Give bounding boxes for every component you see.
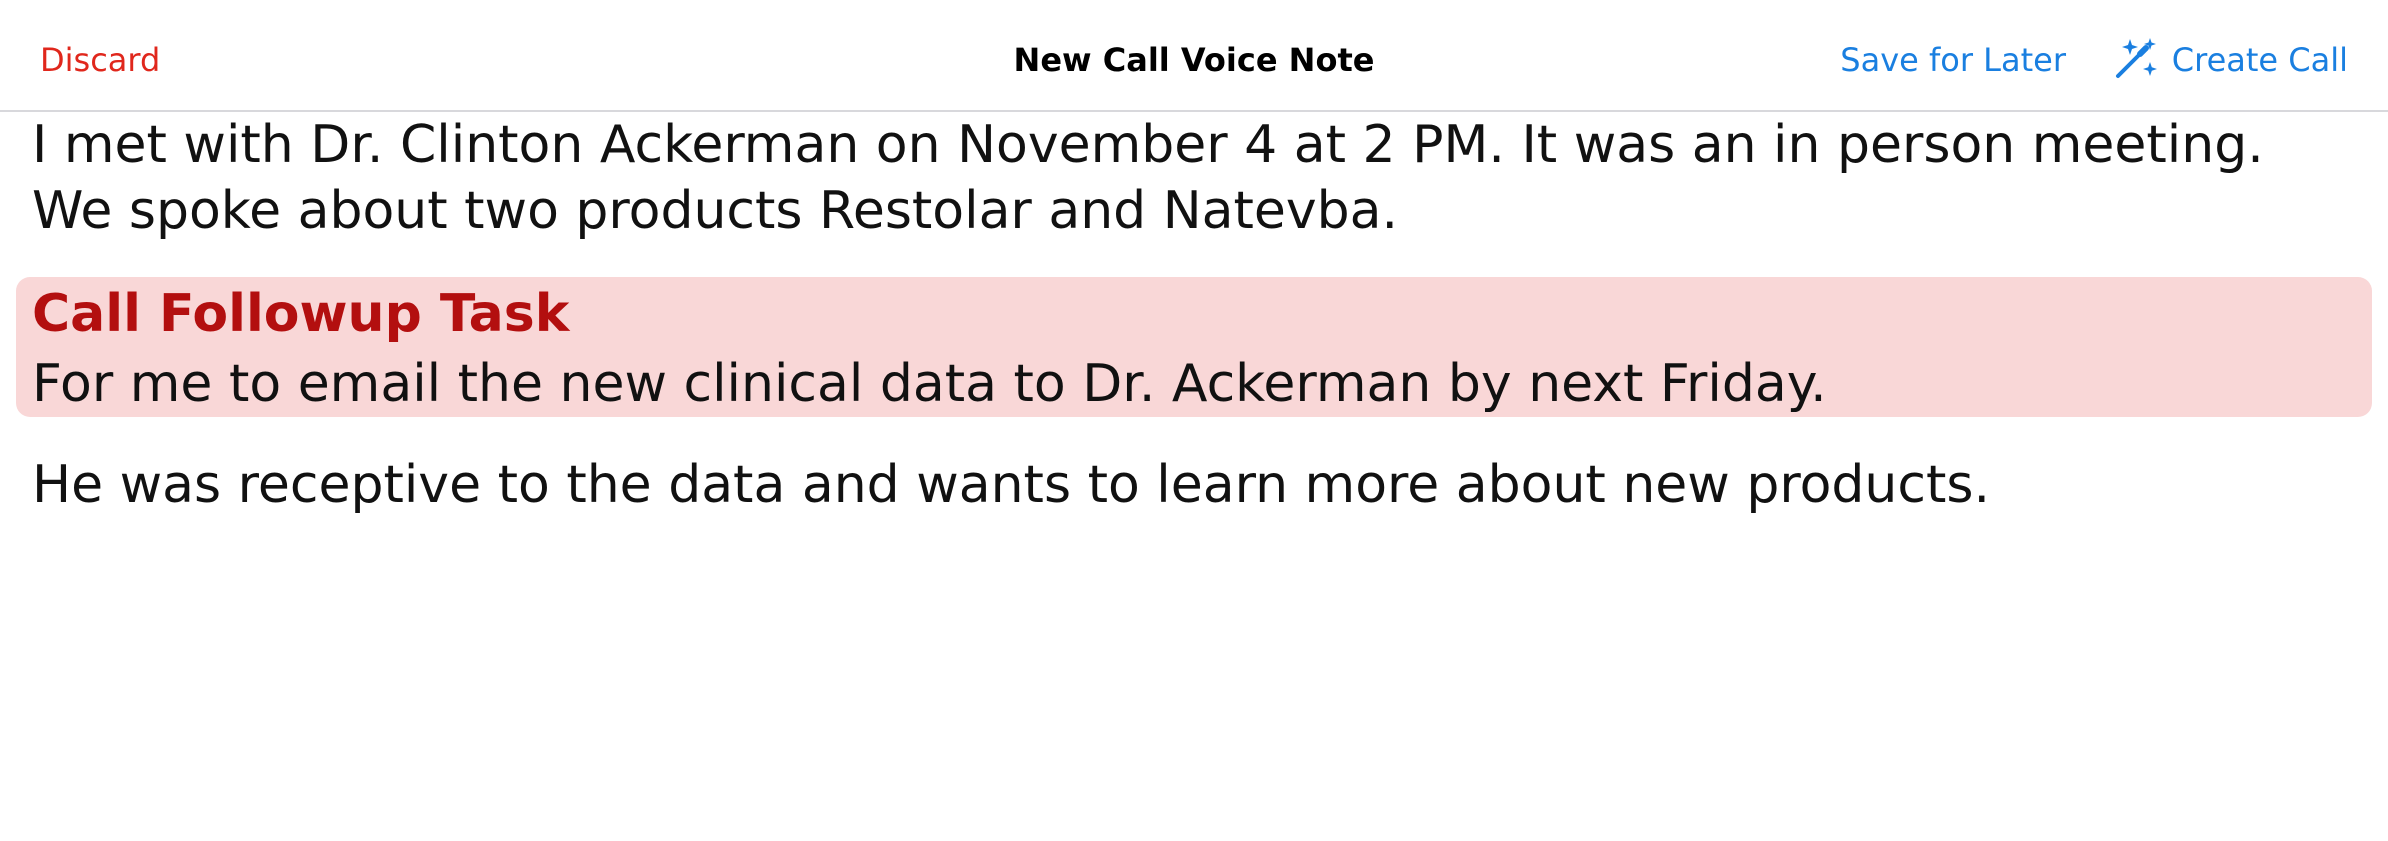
create-call-button[interactable]: Create Call [2110,34,2348,86]
call-followup-task-card[interactable]: Call Followup Task For me to email the n… [16,277,2372,417]
create-call-label: Create Call [2171,41,2348,79]
save-for-later-button[interactable]: Save for Later [1840,38,2066,82]
note-paragraph: He was receptive to the data and wants t… [32,455,1990,515]
note-paragraph: I met with Dr. Clinton Ackerman on Novem… [32,115,2264,241]
magic-wand-icon [2110,36,2158,84]
task-body: For me to email the new clinical data to… [32,354,1827,414]
discard-button[interactable]: Discard [40,38,160,82]
navigation-bar: Discard New Call Voice Note Save for Lat… [0,0,2388,112]
task-title: Call Followup Task [32,284,570,344]
